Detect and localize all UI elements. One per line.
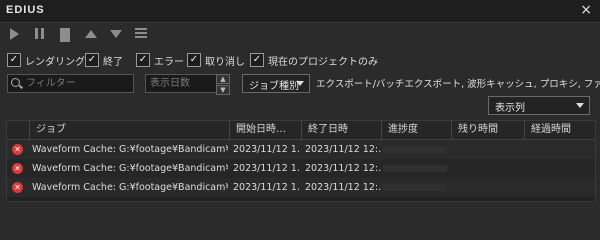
search-icon bbox=[11, 78, 20, 87]
table-row[interactable]: ✕ Waveform Cache: G:¥footage¥Bandicam¥その… bbox=[7, 140, 595, 159]
columns-label: 表示列 bbox=[495, 103, 525, 114]
checkbox-label: 取り消し bbox=[205, 56, 245, 68]
checkbox-box[interactable]: ✓ bbox=[136, 53, 150, 67]
filter-row: ▲ ▼ ジョブ種別 エクスポート/バッチエクスポート, 波形キャッシュ, プロキ… bbox=[0, 71, 600, 95]
spin-up-icon[interactable]: ▲ bbox=[216, 74, 230, 84]
header-elapsed[interactable]: 経過時間 bbox=[524, 121, 595, 139]
days-input[interactable] bbox=[150, 77, 210, 90]
arrow-up-icon[interactable] bbox=[84, 27, 98, 41]
checkbox-box[interactable]: ✓ bbox=[7, 53, 21, 67]
job-cell: Waveform Cache: G:¥footage¥Bandicam¥その他¥… bbox=[32, 144, 228, 155]
days-field[interactable] bbox=[145, 74, 217, 93]
arrow-down-icon[interactable] bbox=[109, 27, 123, 41]
header-end[interactable]: 終了日時 bbox=[301, 121, 381, 139]
job-type-dropdown[interactable]: ジョブ種別 bbox=[242, 74, 310, 93]
start-cell: 2023/11/12 1… bbox=[233, 163, 301, 174]
header-status[interactable] bbox=[7, 121, 29, 139]
toolbar bbox=[0, 22, 600, 46]
checkbox-box[interactable]: ✓ bbox=[187, 53, 201, 67]
checkbox-box[interactable]: ✓ bbox=[85, 53, 99, 67]
chevron-down-icon bbox=[576, 103, 584, 108]
job-type-label: ジョブ種別 bbox=[249, 81, 299, 92]
search-field[interactable] bbox=[7, 74, 134, 93]
checkbox-label: 終了 bbox=[103, 56, 123, 68]
filter-current-project-checkbox[interactable]: ✓ 現在のプロジェクトのみ bbox=[250, 52, 378, 68]
header-progress[interactable]: 進捗度 bbox=[381, 121, 451, 139]
error-icon: ✕ bbox=[12, 144, 23, 155]
progress-bar bbox=[383, 146, 447, 153]
trash-icon[interactable] bbox=[58, 27, 72, 42]
search-input[interactable] bbox=[26, 77, 126, 90]
job-table: ジョブ 開始日時… 終了日時 進捗度 残り時間 経過時間 ✕ Waveform … bbox=[6, 120, 596, 202]
end-cell: 2023/11/12 12:… bbox=[305, 182, 381, 193]
table-row[interactable]: ✕ Waveform Cache: G:¥footage¥Bandicam¥その… bbox=[7, 178, 595, 197]
filter-canceled-checkbox[interactable]: ✓ 取り消し bbox=[187, 52, 245, 68]
start-cell: 2023/11/12 1… bbox=[233, 144, 301, 155]
error-icon: ✕ bbox=[12, 182, 23, 193]
progress-bar bbox=[383, 165, 447, 172]
columns-dropdown[interactable]: 表示列 bbox=[488, 96, 590, 115]
progress-bar bbox=[383, 184, 447, 191]
chevron-down-icon bbox=[296, 81, 304, 86]
table-header: ジョブ 開始日時… 終了日時 進捗度 残り時間 経過時間 bbox=[7, 121, 595, 140]
checkbox-label: 現在のプロジェクトのみ bbox=[268, 56, 378, 68]
header-remaining[interactable]: 残り時間 bbox=[451, 121, 524, 139]
spin-down-icon[interactable]: ▼ bbox=[216, 85, 230, 95]
job-cell: Waveform Cache: G:¥footage¥Bandicam¥その他¥… bbox=[32, 182, 228, 193]
filter-rendering-checkbox[interactable]: ✓ レンダリング中 bbox=[7, 52, 95, 68]
end-cell: 2023/11/12 12:… bbox=[305, 163, 381, 174]
job-cell: Waveform Cache: G:¥footage¥Bandicam¥その他¥… bbox=[32, 163, 228, 174]
pause-icon[interactable] bbox=[32, 27, 46, 41]
header-start[interactable]: 開始日時… bbox=[229, 121, 301, 139]
header-job[interactable]: ジョブ bbox=[29, 121, 229, 139]
filter-error-checkbox[interactable]: ✓ エラー bbox=[136, 52, 184, 68]
close-icon[interactable]: × bbox=[580, 2, 592, 18]
play-icon[interactable] bbox=[7, 27, 21, 41]
status-filters: ✓ レンダリング中 ✓ 終了 ✓ エラー ✓ 取り消し ✓ 現在のプロジェクトの… bbox=[0, 49, 600, 69]
error-icon: ✕ bbox=[12, 163, 23, 174]
job-type-summary: エクスポート/バッチエクスポート, 波形キャッシュ, プロキシ, ファ… bbox=[316, 79, 600, 90]
title-bar: EDIUS × bbox=[0, 0, 600, 23]
end-cell: 2023/11/12 12:… bbox=[305, 144, 381, 155]
filter-finished-checkbox[interactable]: ✓ 終了 bbox=[85, 52, 123, 68]
days-spinner[interactable]: ▲ ▼ bbox=[216, 74, 230, 95]
table-row[interactable]: ✕ Waveform Cache: G:¥footage¥Bandicam¥その… bbox=[7, 159, 595, 178]
window-title: EDIUS bbox=[6, 4, 45, 16]
checkbox-label: エラー bbox=[154, 56, 184, 68]
list-icon[interactable] bbox=[135, 27, 149, 41]
checkbox-box[interactable]: ✓ bbox=[250, 53, 264, 67]
start-cell: 2023/11/12 1… bbox=[233, 182, 301, 193]
